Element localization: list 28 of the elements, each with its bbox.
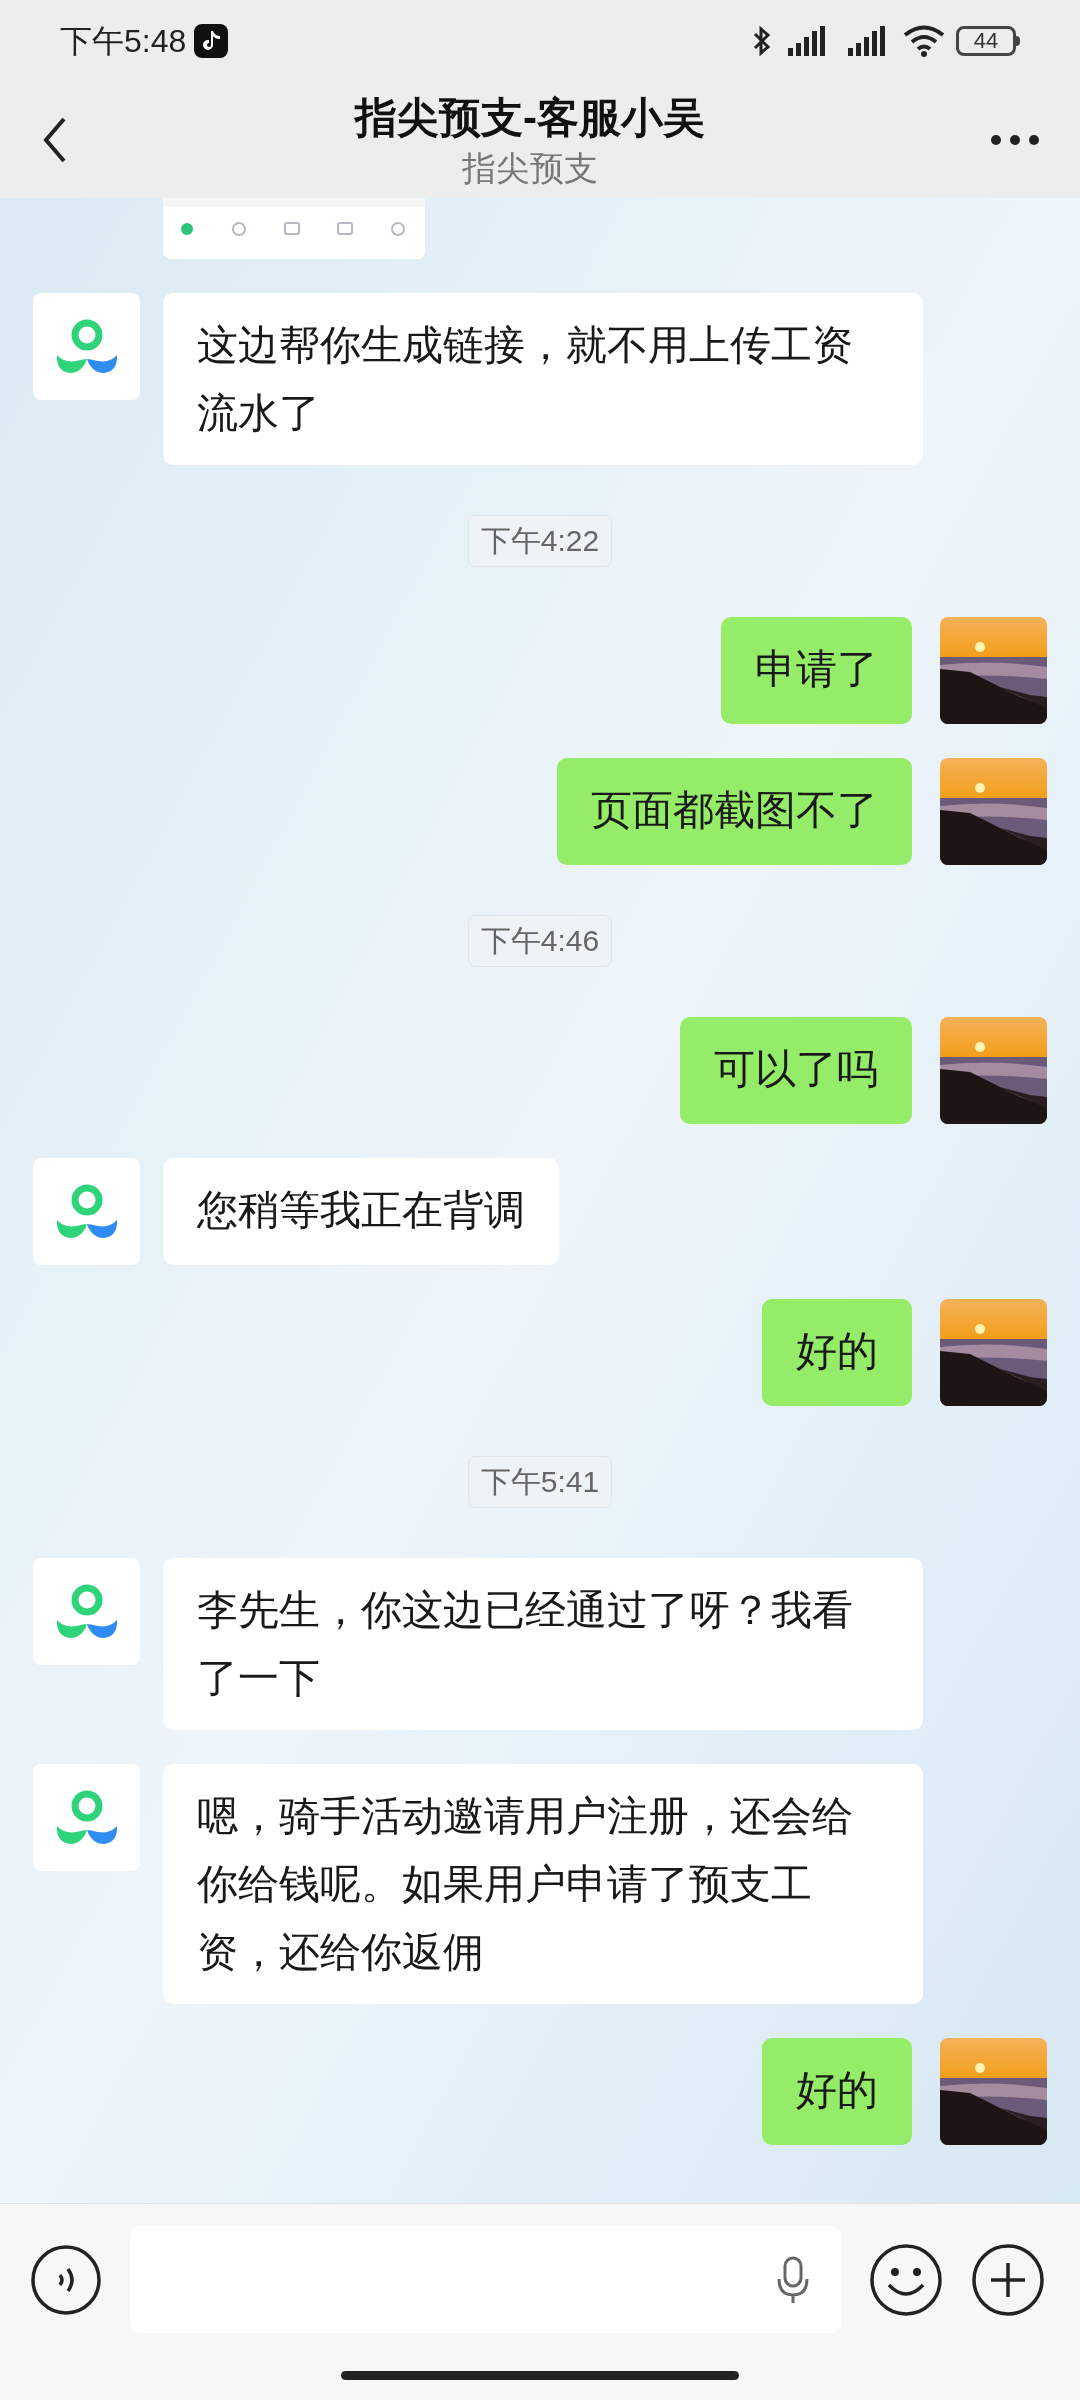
bluetooth-icon [752,25,772,57]
message-bubble: 这边帮你生成链接，就不用上传工资流水了 [163,293,923,465]
avatar[interactable] [33,1764,140,1871]
more-icon[interactable] [990,134,1040,146]
timestamp: 下午4:46 [467,915,613,967]
message-bubble: 李先生，你这边已经通过了呀？我看了一下 [163,1558,923,1730]
chat-subtitle: 指尖预支 [462,148,598,189]
message-bubble: 您稍等我正在背调 [163,1158,559,1265]
message-bubble: 好的 [762,1299,912,1406]
message-bubble: 申请了 [721,617,912,724]
timestamp: 下午4:22 [467,515,613,567]
message-bubble: 页面都截图不了 [557,758,912,865]
voice-icon[interactable] [30,2243,102,2316]
message-bubble: 好的 [762,2038,912,2145]
avatar[interactable] [33,293,140,400]
microphone-icon[interactable] [775,2254,811,2305]
message-bubble: 嗯，骑手活动邀请用户注册，还会给你给钱呢。如果用户申请了预支工资，还给你返佣 [163,1764,923,2004]
status-time: 下午5:48 [60,22,187,61]
avatar[interactable] [33,1558,140,1665]
emoji-icon[interactable] [869,2242,943,2317]
music-note-icon [194,24,229,58]
wifi-icon [902,25,946,57]
message-bubble: 可以了吗 [680,1017,912,1124]
message-input[interactable] [130,2226,841,2333]
avatar[interactable] [33,1158,140,1265]
plus-icon[interactable] [971,2242,1045,2317]
chat-title: 指尖预支-客服小吴 [355,93,705,143]
timestamp: 下午5:41 [467,1456,613,1508]
